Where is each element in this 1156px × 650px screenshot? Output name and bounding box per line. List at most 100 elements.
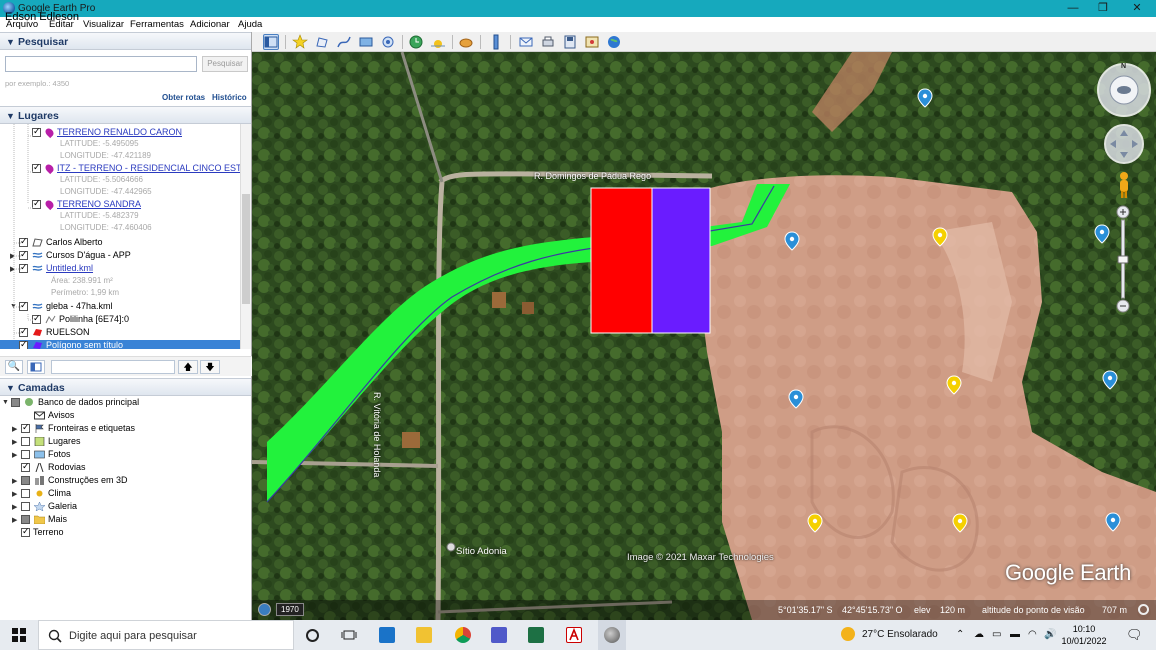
checkbox[interactable] xyxy=(21,489,30,499)
history-link[interactable]: Histórico xyxy=(212,93,247,102)
close-button[interactable]: ✕ xyxy=(1120,0,1154,17)
planets-icon[interactable] xyxy=(458,34,474,50)
map-viewer[interactable]: R. Domingos de Pádua Rego R. Vitória de … xyxy=(252,52,1156,620)
street-view-pegman-icon[interactable] xyxy=(1113,170,1135,200)
zoom-slider[interactable] xyxy=(1115,204,1131,314)
layers-section-header[interactable]: ▼ Camadas xyxy=(0,378,251,396)
ruler-icon[interactable] xyxy=(488,34,504,50)
move-control[interactable] xyxy=(1104,124,1144,164)
battery-icon[interactable]: ▬ xyxy=(1010,629,1020,640)
earth-view-icon[interactable] xyxy=(606,34,622,50)
expand-arrow-icon[interactable]: ▶ xyxy=(12,438,21,446)
add-path-icon[interactable] xyxy=(336,34,352,50)
layer-mais[interactable]: ▶ Mais xyxy=(12,514,67,527)
panel-toggle-icon[interactable] xyxy=(27,360,45,374)
checkbox[interactable] xyxy=(21,461,30,473)
taskbar-search-box[interactable]: Digite aqui para pesquisar xyxy=(38,620,294,650)
overview-globe-icon[interactable] xyxy=(258,603,271,616)
place-dot[interactable] xyxy=(446,542,456,552)
sunlight-icon[interactable] xyxy=(430,34,446,50)
notifications-icon[interactable]: 🗨 xyxy=(1126,627,1143,643)
add-polygon-icon[interactable] xyxy=(314,34,330,50)
task-view-icon[interactable] xyxy=(341,627,357,643)
outlook-icon[interactable] xyxy=(379,627,395,643)
expand-arrow-icon[interactable]: ▶ xyxy=(12,516,21,524)
get-directions-link[interactable]: Obter rotas xyxy=(162,93,205,102)
checkbox[interactable] xyxy=(21,515,30,525)
layer-galeria[interactable]: ▶ Galeria xyxy=(12,501,77,514)
record-tour-icon[interactable] xyxy=(380,34,396,50)
email-icon[interactable] xyxy=(518,34,534,50)
layer-fronteiras[interactable]: ▶Fronteiras e etiquetas xyxy=(12,422,135,436)
collapse-arrow-icon[interactable]: ▼ xyxy=(2,399,11,406)
maximize-button[interactable]: ❐ xyxy=(1086,0,1120,17)
layer-terreno[interactable]: Terreno xyxy=(12,526,64,540)
historical-imagery-icon[interactable] xyxy=(408,34,424,50)
wifi-icon[interactable]: ◠ xyxy=(1028,629,1037,640)
weather-text[interactable]: 27°C Ensolarado xyxy=(862,629,938,640)
expand-arrow-icon[interactable]: ▶ xyxy=(12,451,21,459)
menu-ferramentas[interactable]: Ferramentas xyxy=(130,19,184,30)
add-placemark-icon[interactable] xyxy=(292,34,308,50)
search-section-header[interactable]: ▼ Pesquisar xyxy=(0,32,251,50)
layer-avisos[interactable]: Avisos xyxy=(12,410,74,423)
road-icon xyxy=(34,462,45,473)
places-section-header[interactable]: ▼ Lugares xyxy=(0,106,251,124)
google-earth-task-active[interactable] xyxy=(598,620,626,650)
user-overlay-label: Edson Edleson xyxy=(5,11,79,23)
expand-arrow-icon[interactable]: ▶ xyxy=(12,503,21,511)
checkbox[interactable] xyxy=(21,502,30,512)
checkbox[interactable] xyxy=(21,450,30,460)
chrome-icon[interactable] xyxy=(455,627,471,643)
print-icon[interactable] xyxy=(540,34,556,50)
excel-icon[interactable] xyxy=(528,627,544,643)
checkbox[interactable] xyxy=(11,398,20,408)
view-maps-icon[interactable] xyxy=(584,34,600,50)
move-up-button[interactable]: 🡅 xyxy=(178,360,198,374)
system-clock[interactable]: 10:10 10/01/2022 xyxy=(1058,623,1110,647)
place-item-polilinha[interactable]: Polilinha [6E74]:0 xyxy=(32,313,129,327)
menu-adicionar[interactable]: Adicionar xyxy=(190,19,230,30)
satellite-imagery[interactable] xyxy=(252,52,1156,620)
layer-rodovias[interactable]: Rodovias xyxy=(12,461,86,475)
expand-arrow-icon[interactable]: ▶ xyxy=(12,425,21,433)
checkbox[interactable] xyxy=(21,437,30,447)
scrollbar-thumb[interactable] xyxy=(242,194,250,304)
layer-lugares[interactable]: ▶ Lugares xyxy=(12,436,81,449)
year-badge[interactable]: 1970 xyxy=(276,603,304,616)
tray-chevron-icon[interactable]: ⌃ xyxy=(956,629,964,640)
places-filter-input[interactable] xyxy=(51,360,175,374)
clock-time: 10:10 xyxy=(1072,624,1096,634)
checkbox[interactable] xyxy=(21,476,30,486)
sidebar-toggle-icon[interactable] xyxy=(263,34,279,50)
move-down-button[interactable]: 🡇 xyxy=(200,360,220,374)
weather-sun-icon xyxy=(34,489,45,498)
weather-sun-icon[interactable] xyxy=(841,627,855,641)
checkbox[interactable] xyxy=(21,526,30,538)
onedrive-icon[interactable]: ☁ xyxy=(974,629,984,640)
layer-clima[interactable]: ▶ Clima xyxy=(12,488,71,501)
network-icon[interactable]: ▭ xyxy=(992,629,1001,640)
expand-arrow-icon[interactable]: ▶ xyxy=(12,477,21,485)
file-explorer-icon[interactable] xyxy=(416,627,432,643)
cortana-icon[interactable] xyxy=(306,629,319,642)
minimize-button[interactable]: — xyxy=(1056,0,1090,17)
layer-construcoes[interactable]: ▶ Construções em 3D xyxy=(12,475,128,488)
menu-visualizar[interactable]: Visualizar xyxy=(83,19,124,30)
search-input[interactable] xyxy=(5,56,197,72)
add-image-overlay-icon[interactable] xyxy=(358,34,374,50)
look-control[interactable]: N xyxy=(1096,62,1152,118)
save-image-icon[interactable] xyxy=(562,34,578,50)
search-button[interactable]: Pesquisar xyxy=(202,56,248,72)
checkbox[interactable] xyxy=(21,422,30,434)
windows-start-icon[interactable] xyxy=(12,628,26,644)
volume-icon[interactable]: 🔊 xyxy=(1044,629,1056,640)
search-places-icon[interactable]: 🔍 xyxy=(5,360,23,374)
places-scrollbar[interactable] xyxy=(240,124,251,349)
expand-arrow-icon[interactable]: ▶ xyxy=(12,490,21,498)
teams-icon[interactable] xyxy=(491,627,507,643)
menu-ajuda[interactable]: Ajuda xyxy=(238,19,262,30)
layer-root[interactable]: ▼ Banco de dados principal xyxy=(2,397,139,410)
autocad-icon[interactable] xyxy=(566,627,582,643)
layer-fotos[interactable]: ▶ Fotos xyxy=(12,449,71,462)
